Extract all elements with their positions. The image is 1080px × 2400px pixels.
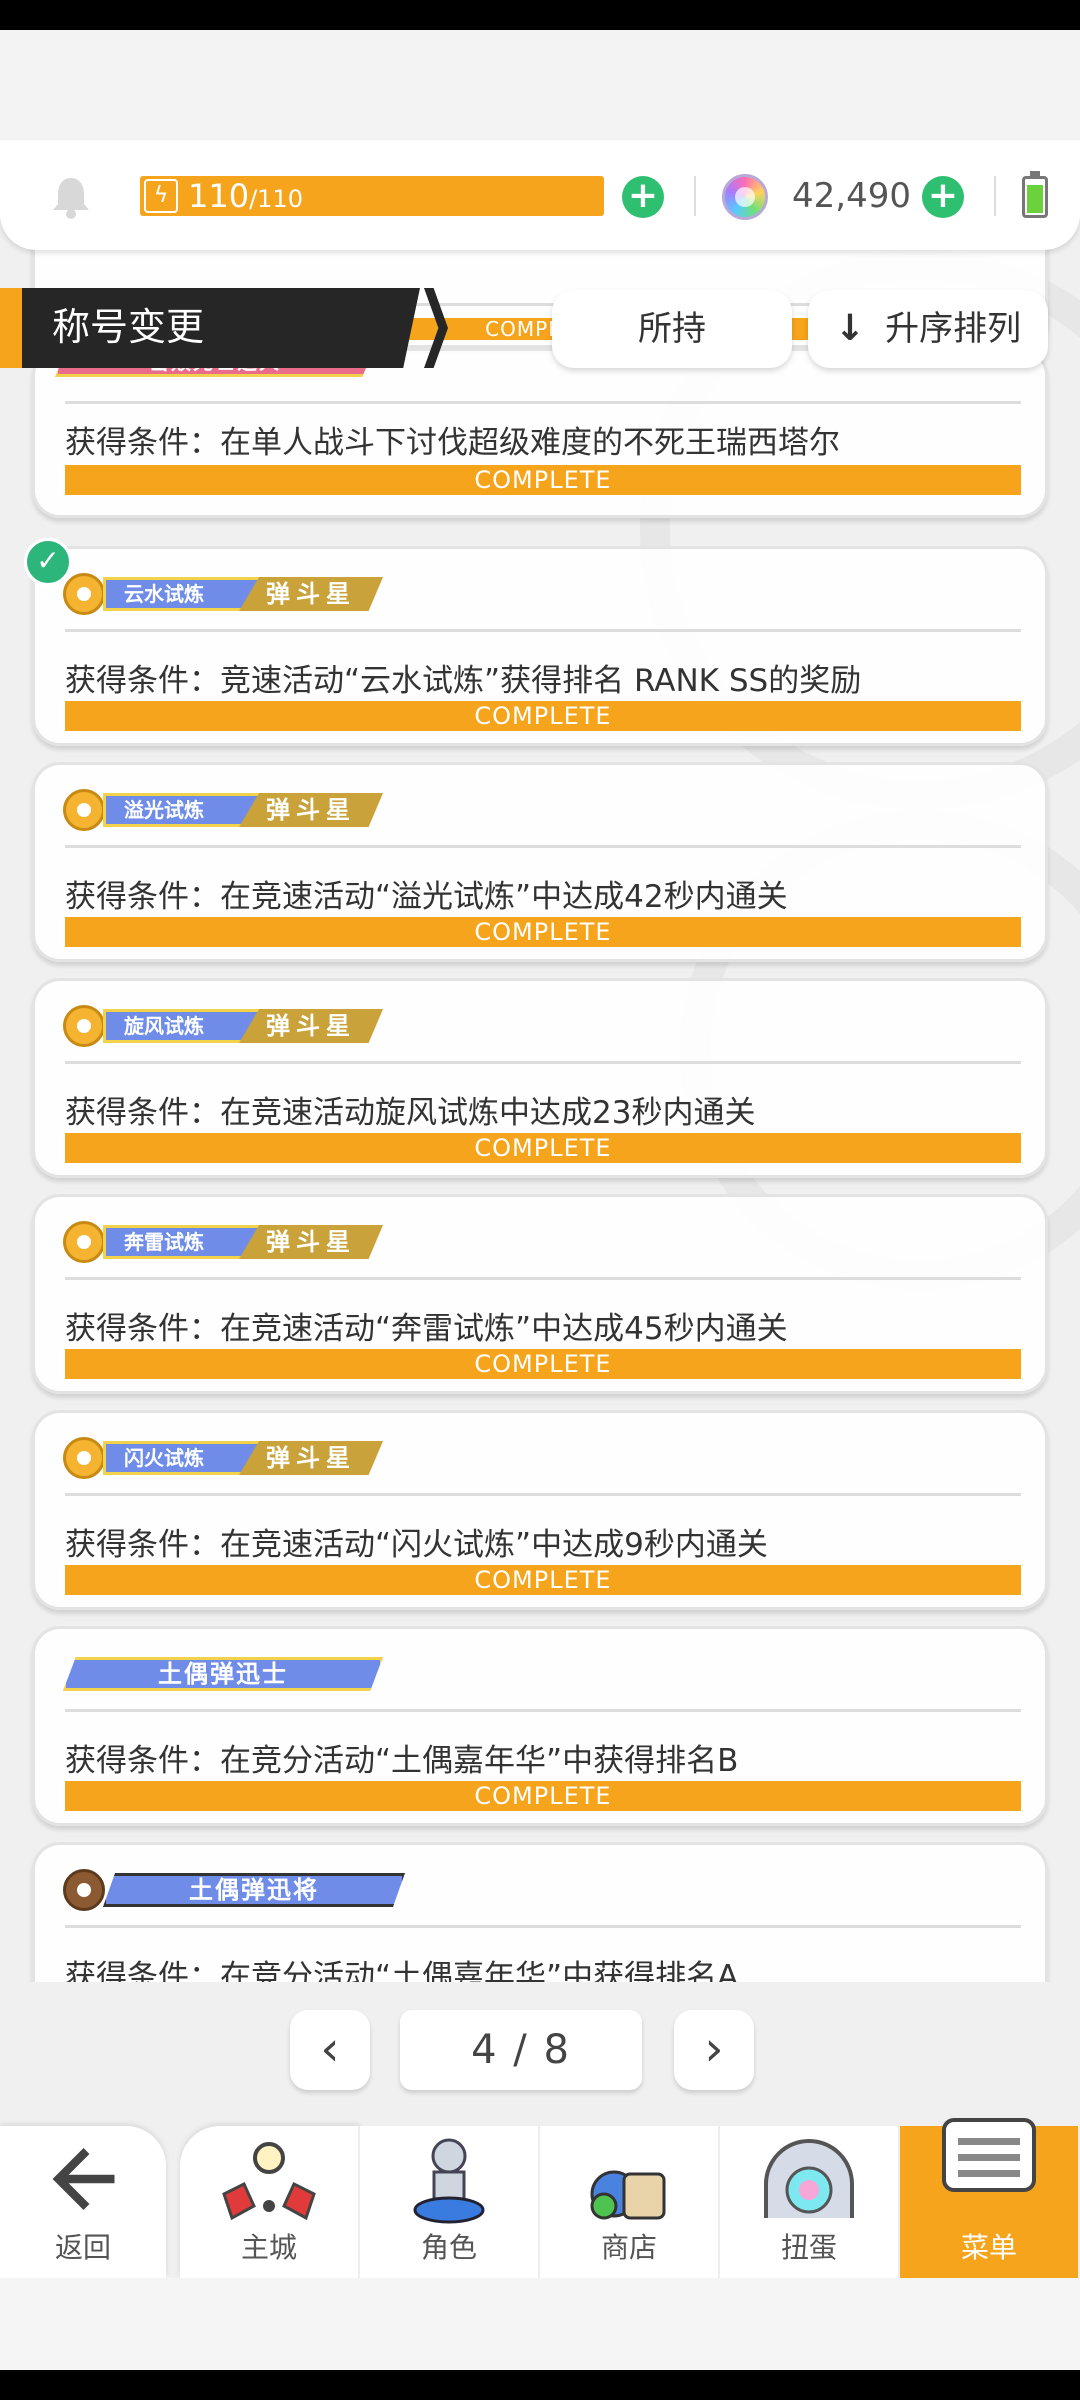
condition-text: 获得条件：在单人战斗下讨伐超级难度的不死王瑞西塔尔 xyxy=(65,425,840,461)
stamina-bar: ϟ 110/110 xyxy=(140,176,604,216)
title-card[interactable]: 击败死亡之人 获得条件：在单人战斗下讨伐超级难度的不死王瑞西塔尔 COMPLET… xyxy=(32,348,1048,518)
title-card[interactable]: 闪火试炼 弹斗星 获得条件：在竞速活动“闪火试炼”中达成9秒内通关 COMPLE… xyxy=(32,1410,1048,1610)
divider xyxy=(994,176,996,216)
badge-name: 溢光试炼 xyxy=(103,793,263,827)
complete-bar: COMPLETE xyxy=(65,1349,1021,1379)
nav-item-gacha[interactable]: 扭蛋 xyxy=(720,2126,900,2278)
system-nav-bar xyxy=(0,2370,1080,2400)
badge-name: 奔雷试炼 xyxy=(103,1225,263,1259)
card-divider xyxy=(65,629,1021,632)
title-card[interactable]: 奔雷试炼 弹斗星 获得条件：在竞速活动“奔雷试炼”中达成45秒内通关 COMPL… xyxy=(32,1194,1048,1394)
title-card[interactable]: 旋风试炼 弹斗星 获得条件：在竞速活动旋风试炼中达成23秒内通关 COMPLET… xyxy=(32,978,1048,1178)
badge-rank: 弹斗星 xyxy=(239,1225,383,1259)
condition-text: 获得条件：在竞速活动“奔雷试炼”中达成45秒内通关 xyxy=(65,1311,788,1347)
card-divider xyxy=(65,1709,1021,1712)
shop-bag-icon xyxy=(590,2170,666,2220)
condition-text: 获得条件：在竞速活动旋风试炼中达成23秒内通关 xyxy=(65,1095,756,1131)
bell-icon[interactable] xyxy=(48,174,94,220)
badge-rank: 弹斗星 xyxy=(239,577,383,611)
sort-label: 升序排列 xyxy=(885,309,1022,349)
complete-bar: COMPLETE xyxy=(65,465,1021,495)
chevron-left-icon: ‹ xyxy=(320,2021,340,2077)
badge-rank: 弹斗星 xyxy=(239,1441,383,1475)
badge-name: 闪火试炼 xyxy=(103,1441,263,1475)
character-icon xyxy=(413,2138,485,2224)
chevron-right-icon: › xyxy=(704,2021,724,2077)
stamina-max: /110 xyxy=(249,185,303,213)
next-page-button[interactable]: › xyxy=(674,2010,754,2090)
complete-bar: COMPLETE xyxy=(65,1565,1021,1595)
card-divider xyxy=(65,401,1021,404)
prev-page-button[interactable]: ‹ xyxy=(290,2010,370,2090)
complete-bar: COMPLETE xyxy=(65,917,1021,947)
complete-bar: COMPLETE xyxy=(65,1133,1021,1163)
card-divider xyxy=(65,1925,1021,1928)
menu-icon xyxy=(942,2118,1036,2192)
rank-emblem-icon xyxy=(63,573,105,615)
gem-count: 42,490 xyxy=(792,176,911,216)
gacha-icon xyxy=(764,2139,854,2218)
bottom-nav: 返回 主城 角色 商店 扭蛋 菜单 xyxy=(0,2118,1080,2278)
condition-text: 获得条件：在竞速活动“溢光试炼”中达成42秒内通关 xyxy=(65,879,788,915)
add-gems-button[interactable]: + xyxy=(922,176,964,218)
rank-emblem-icon xyxy=(63,1869,105,1911)
card-divider xyxy=(65,1277,1021,1280)
card-divider xyxy=(65,1061,1021,1064)
title-list[interactable]: COMPLETE 击败死亡之人 获得条件：在单人战斗下讨伐超级难度的不死王瑞西塔… xyxy=(0,170,1080,1982)
lightning-icon: ϟ xyxy=(144,179,178,213)
badge-rank: 弹斗星 xyxy=(239,793,383,827)
complete-bar: COMPLETE xyxy=(65,1781,1021,1811)
badge-rank: 弹斗星 xyxy=(239,1009,383,1043)
nav-item-shop[interactable]: 商店 xyxy=(540,2126,720,2278)
condition-text: 获得条件：在竞分活动“土偶嘉年华”中获得排名A xyxy=(65,1959,739,1982)
back-button[interactable]: 返回 xyxy=(0,2126,166,2278)
nav-item-character[interactable]: 角色 xyxy=(360,2126,540,2278)
nav-item-menu[interactable]: 菜单 xyxy=(900,2118,1080,2278)
gem-icon xyxy=(722,174,768,220)
nav-label: 扭蛋 xyxy=(780,2231,837,2264)
rank-emblem-icon xyxy=(63,1005,105,1047)
rank-emblem-icon xyxy=(63,789,105,831)
page-title: 称号变更 xyxy=(52,305,205,349)
title-card[interactable]: 云水试炼 弹斗星 获得条件：竞速活动“云水试炼”获得排名 RANK SS的奖励 … xyxy=(32,546,1048,746)
system-status-bar xyxy=(0,0,1080,30)
badge-name: 土偶弹迅士 xyxy=(63,1657,383,1691)
nav-label: 主城 xyxy=(240,2231,297,2264)
title-card[interactable]: 土偶弹迅士 获得条件：在竞分活动“土偶嘉年华”中获得排名B COMPLETE xyxy=(32,1626,1048,1826)
rank-emblem-icon xyxy=(63,1221,105,1263)
condition-text: 获得条件：竞速活动“云水试炼”获得排名 RANK SS的奖励 xyxy=(65,663,862,699)
add-stamina-button[interactable]: + xyxy=(622,176,664,218)
nav-bottom-strip xyxy=(0,2278,1080,2370)
badge-name: 土偶弹迅将 xyxy=(103,1873,405,1907)
castle-icon xyxy=(222,2142,316,2221)
equipped-check-icon: ✓ xyxy=(24,538,72,586)
page-indicator: 4 / 8 xyxy=(400,2010,642,2090)
divider xyxy=(694,176,696,216)
page-title-banner: 称号变更 xyxy=(0,288,420,368)
nav-item-main-city[interactable]: 主城 xyxy=(180,2126,360,2278)
owned-filter-button[interactable]: 所持 xyxy=(552,290,792,368)
complete-bar: COMPLETE xyxy=(65,701,1021,731)
condition-text: 获得条件：在竞分活动“土偶嘉年华”中获得排名B xyxy=(65,1743,739,1779)
nav-label: 商店 xyxy=(600,2231,657,2264)
badge-name: 旋风试炼 xyxy=(103,1009,263,1043)
card-divider xyxy=(65,1493,1021,1496)
stamina-current: 110 xyxy=(188,177,250,215)
battery-icon xyxy=(1022,171,1048,218)
sort-button[interactable]: ↓ 升序排列 xyxy=(808,290,1048,368)
badge-name: 云水试炼 xyxy=(103,577,263,611)
title-card[interactable]: 土偶弹迅将 获得条件：在竞分活动“土偶嘉年华”中获得排名A xyxy=(32,1842,1048,1982)
nav-label: 菜单 xyxy=(960,2231,1017,2264)
back-label: 返回 xyxy=(54,2231,111,2264)
rank-emblem-icon xyxy=(63,1437,105,1479)
resource-bar: ϟ 110/110 + 42,490 + xyxy=(0,140,1080,250)
arrow-down-icon: ↓ xyxy=(834,308,866,349)
arrow-left-icon xyxy=(52,2148,115,2210)
condition-text: 获得条件：在竞速活动“闪火试炼”中达成9秒内通关 xyxy=(65,1527,768,1563)
title-card[interactable]: 溢光试炼 弹斗星 获得条件：在竞速活动“溢光试炼”中达成42秒内通关 COMPL… xyxy=(32,762,1048,962)
card-divider xyxy=(65,845,1021,848)
nav-label: 角色 xyxy=(420,2231,477,2264)
